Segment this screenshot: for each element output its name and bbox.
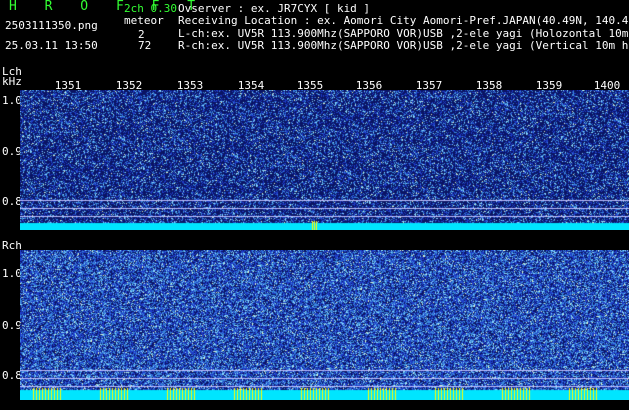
- mode-label: meteor: [124, 14, 164, 27]
- lch-ytick-0-9: 0.9: [2, 145, 22, 158]
- location-line: Receiving Location : ex. Aomori City Aom…: [178, 14, 629, 27]
- lch-ytick-1-0: 1.0: [2, 94, 22, 107]
- filename: 2503111350.png: [5, 19, 98, 32]
- datetime: 25.03.11 13:50: [5, 39, 98, 52]
- rch-ytick-0-9: 0.9: [2, 319, 22, 332]
- rch-label: Rch: [2, 239, 22, 252]
- hrofft-window: H R O F F T 2ch 0.30 meteor 2503111350.p…: [0, 0, 629, 410]
- rch-spectrogram: [20, 250, 629, 400]
- lch-unit-label: kHz: [2, 75, 22, 88]
- count-rch: 72: [138, 39, 152, 52]
- rch-ytick-0-8: 0.8: [2, 369, 22, 382]
- lch-spectrogram: [20, 90, 629, 230]
- rch-info-line: R-ch:ex. UV5R 113.900Mhz(SAPPORO VOR)USB…: [178, 39, 629, 52]
- lch-ytick-0-8: 0.8: [2, 195, 22, 208]
- rch-ytick-1-0: 1.0: [2, 267, 22, 280]
